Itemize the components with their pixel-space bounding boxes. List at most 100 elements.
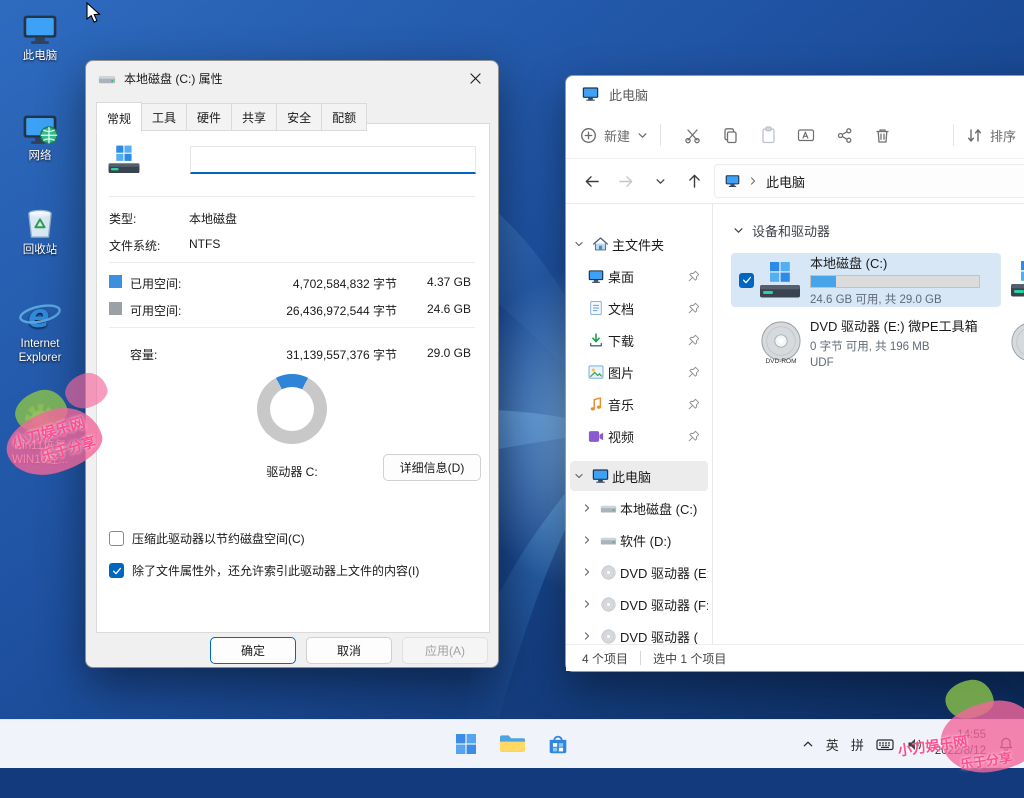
tab-hardware[interactable]: 硬件 — [187, 103, 232, 131]
tray-overflow-button[interactable] — [802, 738, 814, 750]
chevron-right-icon — [578, 535, 596, 545]
clock[interactable]: 14:55 2022/8/12 — [935, 728, 986, 759]
drive-icon — [98, 71, 116, 86]
taskbar-explorer-button[interactable] — [492, 724, 532, 764]
up-button[interactable] — [680, 167, 708, 195]
drive-caption: 驱动器 C: — [212, 463, 372, 480]
sidebar-item-label: DVD 驱动器 (E:) — [620, 563, 708, 582]
sidebar-item-label: DVD 驱动器 ( — [620, 627, 698, 646]
sidebar-item-downloads[interactable]: 下载 — [570, 325, 708, 355]
disc-icon — [596, 597, 620, 612]
new-button-label: 新建 — [604, 126, 630, 145]
chevron-down-icon — [570, 471, 588, 481]
dvd-item-name: DVD 驱动器 (E:) 微PE工具箱 — [810, 316, 1001, 335]
sidebar-item-this-pc[interactable]: 此电脑 — [570, 461, 708, 491]
volume-label-input[interactable] — [190, 146, 476, 174]
explorer-sidebar: 主文件夹 桌面 文档 下载 图片 — [566, 203, 713, 645]
capacity-bar — [810, 275, 980, 288]
plus-circle-icon — [580, 127, 597, 144]
new-button[interactable]: 新建 — [580, 126, 648, 145]
desktop-icon-network[interactable]: 网络 — [1, 108, 79, 163]
touch-keyboard-button[interactable] — [876, 737, 894, 752]
history-dropdown-button[interactable] — [646, 167, 674, 195]
tab-security[interactable]: 安全 — [277, 103, 322, 131]
notification-button[interactable] — [998, 736, 1014, 752]
pin-icon — [688, 366, 700, 378]
disc-icon — [760, 320, 802, 362]
sidebar-item-documents[interactable]: 文档 — [570, 293, 708, 323]
sidebar-item-home[interactable]: 主文件夹 — [570, 229, 708, 259]
start-button[interactable] — [446, 724, 486, 764]
drive-icon — [596, 501, 620, 515]
chevron-right-icon — [578, 599, 596, 609]
delete-button[interactable] — [863, 118, 901, 152]
capacity-bar-fill — [811, 276, 836, 287]
pin-icon — [688, 398, 700, 410]
desktop-icon-this-pc[interactable]: 此电脑 — [1, 8, 79, 63]
date-text: 2022/8/12 — [935, 744, 986, 760]
sidebar-item-drive-d[interactable]: 软件 (D:) — [570, 525, 708, 555]
cut-button[interactable] — [673, 118, 711, 152]
breadcrumb[interactable]: 此电脑 — [766, 172, 805, 191]
internet-explorer-icon: e — [19, 296, 61, 334]
sidebar-item-desktop[interactable]: 桌面 — [570, 261, 708, 291]
ok-button[interactable]: 确定 — [210, 637, 296, 664]
desktop-icon-recycle-bin[interactable]: 回收站 — [1, 202, 79, 257]
copy-button[interactable] — [711, 118, 749, 152]
language-indicator[interactable]: 英 — [826, 735, 839, 754]
tab-sharing[interactable]: 共享 — [232, 103, 277, 131]
usage-donut — [257, 374, 327, 444]
sidebar-item-videos[interactable]: 视频 — [570, 421, 708, 451]
compress-checkbox[interactable] — [109, 531, 124, 546]
dvd-rom-label: DVD-ROM — [760, 358, 802, 365]
sidebar-item-dvd-g[interactable]: DVD 驱动器 ( — [570, 621, 708, 645]
pin-icon — [688, 334, 700, 346]
type-label: 类型: — [109, 210, 136, 227]
properties-dialog: 本地磁盘 (C:) 属性 常规 工具 硬件 共享 安全 配额 类型: 本地磁盘 … — [85, 60, 499, 668]
devices-section-header[interactable]: 设备和驱动器 — [733, 221, 830, 240]
details-button[interactable]: 详细信息(D) — [383, 454, 481, 481]
tab-quota[interactable]: 配额 — [322, 103, 367, 131]
ime-indicator[interactable]: 拼 — [851, 735, 864, 754]
index-checkbox-row[interactable]: 除了文件属性外，还允许索引此驱动器上文件的内容(I) — [109, 562, 419, 579]
explorer-titlebar: 此电脑 — [566, 76, 1024, 112]
apply-button[interactable]: 应用(A) — [402, 637, 488, 664]
tab-tools[interactable]: 工具 — [142, 103, 187, 131]
sidebar-item-dvd-e[interactable]: DVD 驱动器 (E:) — [570, 557, 708, 587]
item-checkbox[interactable] — [739, 273, 754, 288]
index-checkbox[interactable] — [109, 563, 124, 578]
clipped-disc-icon — [1010, 321, 1024, 363]
dvd-item-e[interactable]: DVD-ROM DVD 驱动器 (E:) 微PE工具箱 0 字节 可用, 共 1… — [731, 315, 1001, 369]
share-button[interactable] — [825, 118, 863, 152]
cut-icon — [684, 127, 701, 144]
cancel-button[interactable]: 取消 — [306, 637, 392, 664]
free-space-bytes: 26,436,972,544 字节 — [237, 302, 397, 319]
paste-button[interactable] — [749, 118, 787, 152]
item-count: 4 个项目 — [582, 650, 628, 667]
trash-icon — [874, 127, 891, 144]
tab-general[interactable]: 常规 — [96, 102, 142, 132]
dialog-close-button[interactable] — [452, 61, 498, 95]
chevron-up-icon — [802, 738, 814, 750]
forward-button[interactable] — [612, 167, 640, 195]
sort-button[interactable]: 排序 — [966, 126, 1016, 145]
chevron-down-icon — [733, 225, 744, 236]
compress-checkbox-row[interactable]: 压缩此驱动器以节约磁盘空间(C) — [109, 530, 305, 547]
sidebar-item-music[interactable]: 音乐 — [570, 389, 708, 419]
dvd-item-format: UDF — [810, 357, 1001, 369]
volume-button[interactable] — [906, 737, 923, 752]
rename-button[interactable] — [787, 118, 825, 152]
used-space-bytes: 4,702,584,832 字节 — [237, 275, 397, 292]
sidebar-item-drive-c[interactable]: 本地磁盘 (C:) — [570, 493, 708, 523]
desktop-icon-win11-restore[interactable]: win11恢复 WIN10经... — [1, 398, 79, 468]
sidebar-item-dvd-f[interactable]: DVD 驱动器 (F:) — [570, 589, 708, 619]
desktop-icon-internet-explorer[interactable]: e Internet Explorer — [1, 296, 79, 366]
network-icon — [22, 108, 58, 146]
drive-item-c[interactable]: 本地磁盘 (C:) 24.6 GB 可用, 共 29.0 GB — [731, 253, 1001, 307]
address-bar[interactable]: 此电脑 — [714, 164, 1024, 198]
details-button-label: 详细信息(D) — [400, 459, 465, 476]
filesystem-value: NTFS — [189, 237, 220, 251]
back-button[interactable] — [578, 167, 606, 195]
taskbar-store-button[interactable] — [538, 724, 578, 764]
sidebar-item-pictures[interactable]: 图片 — [570, 357, 708, 387]
